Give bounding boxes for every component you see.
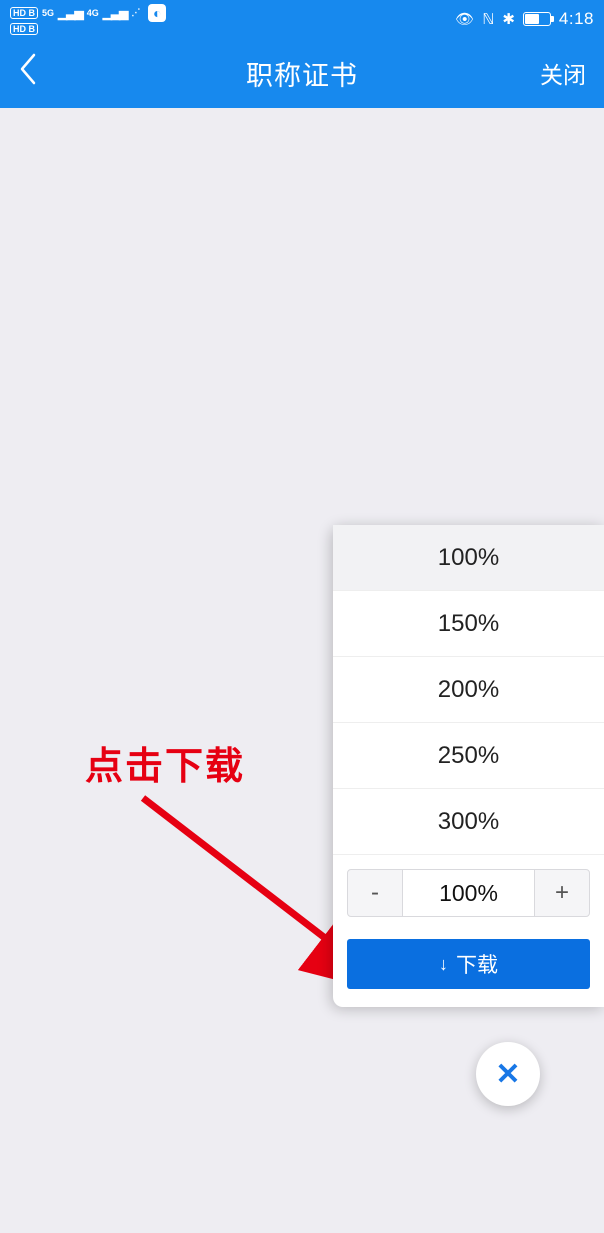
zoom-option-150[interactable]: 150% bbox=[333, 591, 604, 657]
page-title: 职称证书 bbox=[246, 54, 358, 93]
nfc-icon: ℕ bbox=[482, 10, 494, 28]
floating-close-button[interactable]: ✕ bbox=[476, 1042, 540, 1106]
signal-icon-2: ▁▃▅ bbox=[103, 6, 128, 20]
download-icon: ↓ bbox=[439, 954, 448, 975]
close-icon: ✕ bbox=[495, 1057, 520, 1092]
signal-icon-1: ▁▃▅ bbox=[58, 6, 83, 20]
download-button[interactable]: ↓ 下载 bbox=[347, 939, 590, 989]
hd-badge-1: HD B bbox=[10, 7, 38, 19]
clock: 4:18 bbox=[559, 9, 594, 29]
zoom-value[interactable]: 100% bbox=[403, 869, 534, 917]
chevron-left-icon bbox=[18, 52, 38, 86]
status-right: 👁 ℕ ✱ 4:18 bbox=[455, 9, 594, 29]
network-label-2: 4G bbox=[87, 8, 99, 18]
zoom-panel: 100% 150% 200% 250% 300% - 100% + ↓ 下载 bbox=[333, 525, 604, 1007]
back-button[interactable] bbox=[18, 52, 78, 95]
network-label-1: 5G bbox=[42, 8, 54, 18]
nav-bar: 职称证书 关闭 bbox=[0, 38, 604, 108]
eye-comfort-icon: 👁 bbox=[455, 10, 474, 28]
zoom-decrease-button[interactable]: - bbox=[347, 869, 403, 917]
zoom-option-100[interactable]: 100% bbox=[333, 525, 604, 591]
zoom-increase-button[interactable]: + bbox=[534, 869, 590, 917]
annotation-label: 点击下载 bbox=[85, 735, 245, 790]
status-bar: HD B 5G ▁▃▅ 4G ▁▃▅ ⋰ ◐ HD B 👁 ℕ ✱ 4:18 bbox=[0, 0, 604, 38]
close-button[interactable]: 关闭 bbox=[526, 56, 586, 90]
app-indicator-icon: ◐ bbox=[148, 4, 166, 22]
download-label: 下载 bbox=[456, 949, 498, 979]
zoom-option-300[interactable]: 300% bbox=[333, 789, 604, 855]
zoom-option-250[interactable]: 250% bbox=[333, 723, 604, 789]
zoom-stepper: - 100% + bbox=[347, 869, 590, 917]
bluetooth-icon: ✱ bbox=[502, 10, 515, 28]
battery-icon bbox=[523, 12, 551, 26]
status-left: HD B 5G ▁▃▅ 4G ▁▃▅ ⋰ ◐ HD B bbox=[10, 4, 166, 35]
zoom-option-200[interactable]: 200% bbox=[333, 657, 604, 723]
hd-badge-2: HD B bbox=[10, 23, 38, 35]
wifi-icon: ⋰ bbox=[131, 7, 140, 18]
